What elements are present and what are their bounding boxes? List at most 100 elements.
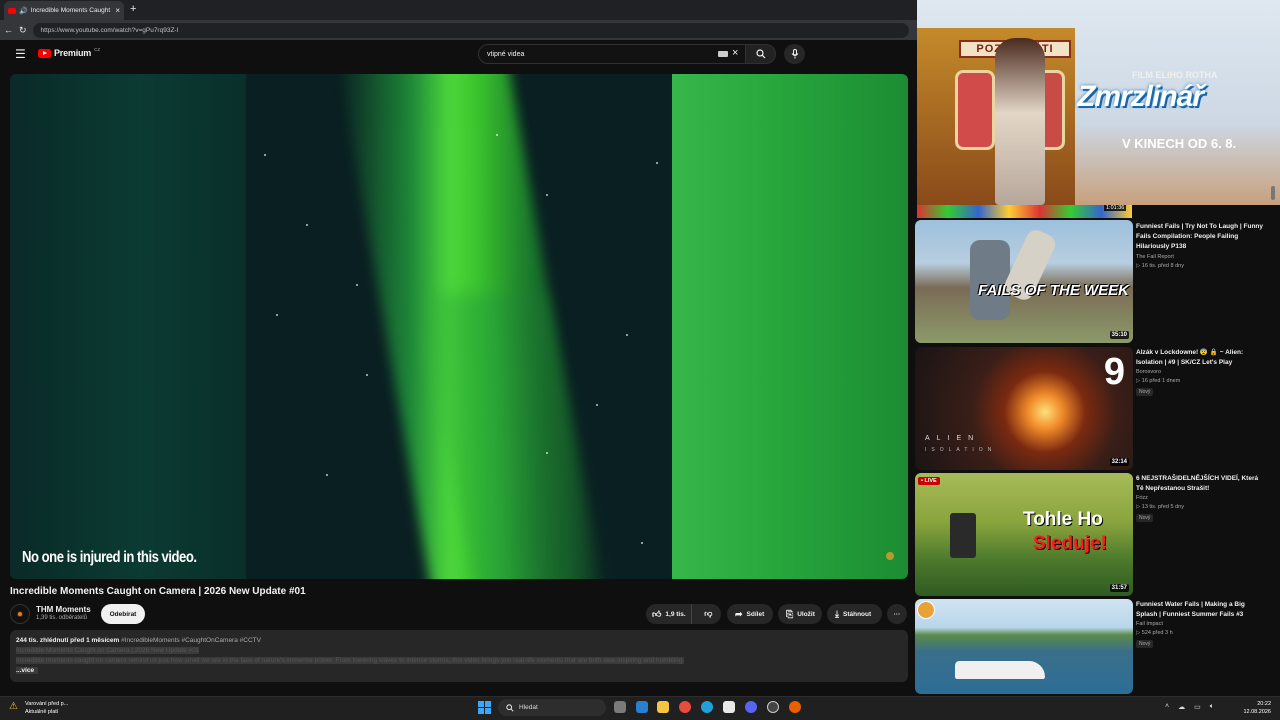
microphone-button[interactable]	[784, 44, 805, 64]
bookmark-icon: ⎘	[786, 608, 794, 619]
more-actions-button[interactable]: ···	[887, 604, 907, 624]
show-more-link[interactable]: ...více	[16, 667, 39, 674]
warning-icon[interactable]: ⚠	[9, 701, 18, 712]
microphone-icon	[791, 49, 798, 59]
recommended-channel-3[interactable]: Frizz	[1136, 495, 1148, 501]
logo-text: Premium	[54, 48, 92, 58]
recommended-thumbnail-1[interactable]: FAILS OF THE WEEK 35:10	[915, 220, 1133, 343]
new-tab-button[interactable]: +	[130, 3, 136, 15]
subscriber-count: 1,39 tis. odběratelů	[36, 615, 88, 621]
video-duration: 31:57	[1109, 584, 1129, 592]
chrome-icon[interactable]	[679, 701, 691, 713]
discord-icon[interactable]	[745, 701, 757, 713]
youtube-favicon-icon	[8, 7, 16, 14]
sidebar-scrollbar[interactable]	[1271, 186, 1275, 200]
time: 20:22	[1257, 701, 1271, 707]
dislike-button[interactable]: 👎︎	[696, 609, 721, 619]
back-icon[interactable]: ←	[4, 25, 13, 35]
thumb-text-2: Sleduje!	[1033, 533, 1107, 554]
keyboard-icon[interactable]	[718, 51, 728, 57]
edge-icon[interactable]	[701, 701, 713, 713]
thumb-text: FAILS OF THE WEEK	[978, 282, 1129, 299]
video-duration: 35:10	[1109, 331, 1129, 339]
recommended-title-3[interactable]: 6 NEJSTRAŠIDELNĚJŠÍCH VIDEÍ, Která Tě Ne…	[1136, 474, 1266, 494]
video-title: Incredible Moments Caught on Camera | 20…	[10, 586, 306, 597]
recommended-thumbnail-4[interactable]	[915, 599, 1133, 694]
video-player[interactable]: No one is injured in this video.	[10, 74, 908, 579]
search-input[interactable]: vtipné videa	[478, 44, 746, 64]
channel-avatar[interactable]: ✹	[10, 604, 30, 624]
subscribe-button[interactable]: Odebírat	[101, 604, 145, 624]
description-line-2: Incredible moments caught on camera remi…	[16, 657, 685, 664]
widgets-icon[interactable]	[636, 701, 648, 713]
store-icon[interactable]	[723, 701, 735, 713]
recommended-channel-4[interactable]: Fail Impact	[1136, 621, 1163, 627]
search-button[interactable]	[746, 44, 776, 64]
task-view-icon[interactable]	[614, 701, 626, 713]
network-icon[interactable]: ▭	[1194, 703, 1201, 711]
recommended-title-2[interactable]: Alzák v Lockdowne! 😨 🔒 ~ Alien: Isolatio…	[1136, 348, 1266, 368]
youtube-play-icon	[38, 48, 51, 58]
cloud-icon[interactable]: ☁	[1178, 703, 1185, 711]
thumb-text: Tohle Ho	[1023, 509, 1103, 530]
channel-logo-icon	[917, 601, 935, 619]
clock[interactable]: 20:22 12.08.2026	[1240, 700, 1271, 716]
download-label: Stáhnout	[842, 610, 872, 618]
search-icon	[755, 49, 765, 59]
clear-search-icon[interactable]: ×	[732, 47, 738, 59]
recommended-channel-2[interactable]: Borosvoro	[1136, 369, 1161, 375]
thumb-person	[970, 240, 1010, 320]
address-bar: ← ↻ https://www.youtube.com/watch?v=gPu7…	[0, 20, 917, 40]
recommended-title-1[interactable]: Funniest Fails | Try Not To Laugh | Funn…	[1136, 222, 1266, 252]
tab-close-icon[interactable]: ×	[115, 6, 120, 15]
ad-banner[interactable]: POZOR DĚTI FILM ELIHO ROTHA Zmrzlinář V …	[917, 0, 1280, 205]
volume-icon[interactable]: 🔈︎	[1210, 703, 1214, 711]
views-date: 244 tis. zhlédnutí před 1 měsícem	[16, 637, 120, 644]
video-right-blur	[672, 74, 908, 579]
chevron-up-icon[interactable]: ˄	[1165, 703, 1169, 711]
ad-title: Zmrzlinář	[1077, 80, 1204, 113]
video-frame	[246, 74, 672, 579]
weather-notification[interactable]: Varování před p... Aktuálně platí	[25, 700, 68, 716]
new-badge: Nový	[1136, 640, 1154, 648]
recommended-title-4[interactable]: Funniest Water Fails | Making a Big Spla…	[1136, 600, 1266, 620]
browser-tab[interactable]: 🔊 Incredible Moments Caught o ×	[4, 1, 124, 20]
live-badge: • LIVE	[918, 477, 940, 485]
thumb-object	[950, 513, 976, 558]
recommended-thumbnail-3[interactable]: Tohle Ho Sleduje! • LIVE 31:57	[915, 473, 1133, 596]
video-duration: 32:14	[1109, 458, 1129, 466]
description-line-1: Incredible Moments Caught on Camera | 20…	[16, 647, 200, 654]
hashtags[interactable]: #IncredibleMoments #CaughtOnCamera #CCTV	[121, 637, 261, 644]
recommended-thumbnail-2[interactable]: 9 ALIEN ISOLATION 32:14	[915, 347, 1133, 470]
menu-icon[interactable]: ☰	[15, 47, 26, 61]
new-badge: Nový	[1136, 388, 1154, 396]
url-field[interactable]: https://www.youtube.com/watch?v=gPu7rq93…	[32, 22, 909, 38]
firefox-icon[interactable]	[789, 701, 801, 713]
speaker-icon[interactable]: 🔊	[19, 7, 28, 15]
system-tray[interactable]: ˄ ☁ ▭ 🔈︎	[1165, 703, 1214, 711]
taskbar-search[interactable]: Hledat	[498, 699, 606, 716]
download-button[interactable]: ⤓ Stáhnout	[827, 604, 882, 624]
start-button[interactable]	[478, 701, 491, 714]
share-button[interactable]: ➦ Sdílet	[727, 604, 773, 624]
channel-name[interactable]: THM Moments	[36, 605, 91, 614]
recommended-channel-1[interactable]: The Fail Report	[1136, 254, 1174, 260]
like-button[interactable]: 👍︎ 1,9 tis.	[646, 604, 692, 624]
thumbs-up-icon: 👍︎	[652, 608, 662, 619]
partial-thumbnail[interactable]	[917, 205, 1132, 218]
thumb-number: 9	[1103, 351, 1125, 393]
youtube-logo[interactable]: Premium CZ	[38, 46, 101, 58]
ad-figure	[995, 38, 1045, 205]
channel-watermark-icon[interactable]	[886, 552, 894, 560]
video-caption: No one is injured in this video.	[22, 549, 197, 566]
search-icon	[506, 703, 514, 712]
share-icon: ➦	[735, 608, 743, 619]
ad-window-left	[955, 70, 995, 150]
file-explorer-icon[interactable]	[657, 701, 669, 713]
logo-country: CZ	[94, 46, 101, 52]
save-button[interactable]: ⎘ Uložit	[778, 604, 822, 624]
app-icon[interactable]	[767, 701, 779, 713]
reload-icon[interactable]: ↻	[19, 25, 27, 36]
download-icon: ⤓	[835, 608, 839, 619]
recommended-views-1: ▷ 16 tis. před 8 dny	[1136, 263, 1184, 269]
